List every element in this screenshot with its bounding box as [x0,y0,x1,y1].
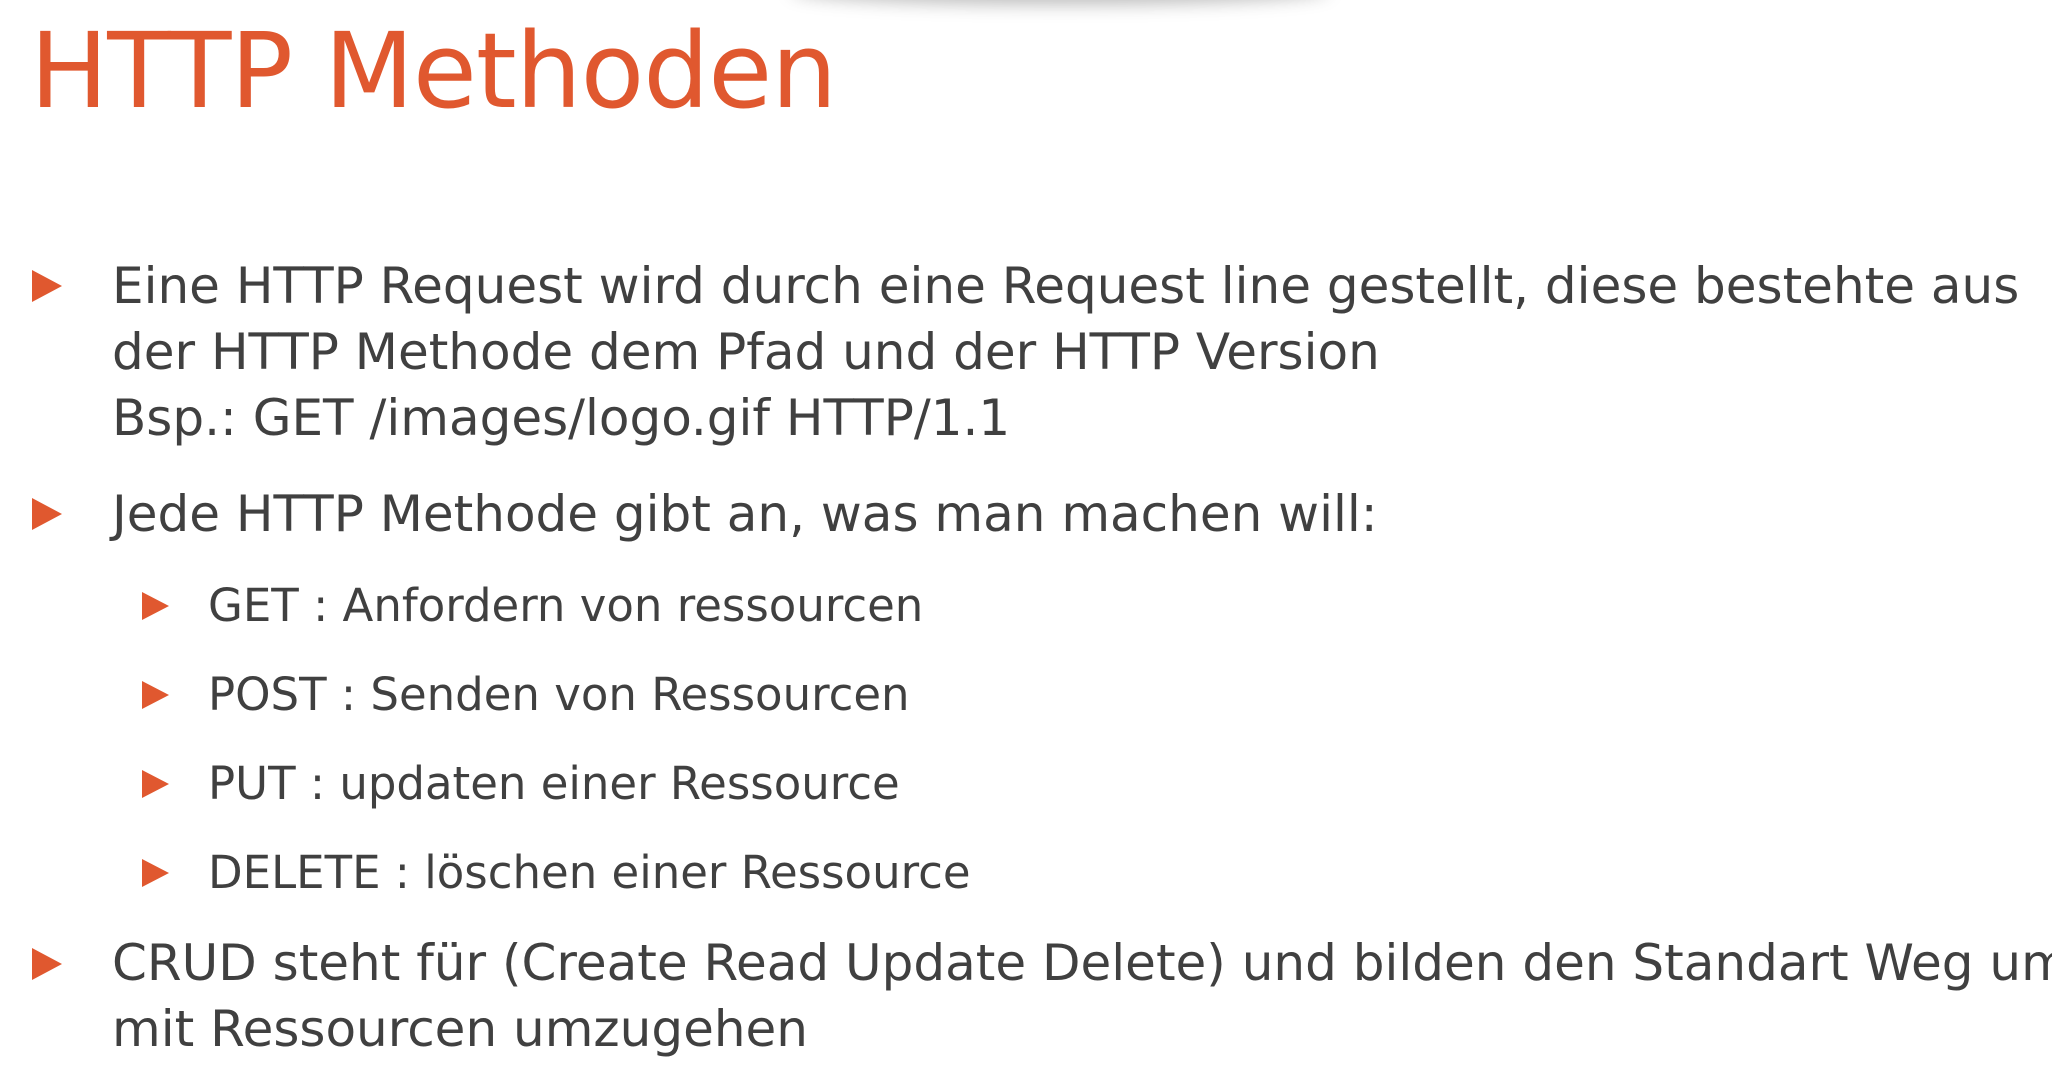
triangle-right-icon [142,770,169,798]
triangle-right-icon [32,270,62,302]
bullet-text-line: Jede HTTP Methode gibt an, was man mache… [112,485,1378,543]
bullet-text-line: Bsp.: GET /images/logo.gif HTTP/1.1 [112,389,1011,447]
sub-bullet-text: GET : Anfordern von ressourcen [208,579,924,632]
triangle-right-icon [32,498,62,530]
bullet-text-line: Eine HTTP Request wird durch eine Reques… [112,257,2020,315]
triangle-right-icon [32,948,62,980]
triangle-right-icon [142,592,169,620]
bullet-text-line: der HTTP Methode dem Pfad und der HTTP V… [112,323,1380,381]
bullet-text-line: mit Ressourcen umzugehen [112,1000,808,1058]
bullet-text-line: CRUD steht für (Create Read Update Delet… [112,934,2052,992]
sub-bullet-text: POST : Senden von Ressourcen [208,668,910,721]
sub-bullet-text: PUT : updaten einer Ressource [208,757,900,810]
sub-bullet-text: DELETE : löschen einer Ressource [208,846,971,899]
triangle-right-icon [142,681,169,709]
slide-title: HTTP Methoden [30,10,837,132]
triangle-right-icon [142,859,169,887]
